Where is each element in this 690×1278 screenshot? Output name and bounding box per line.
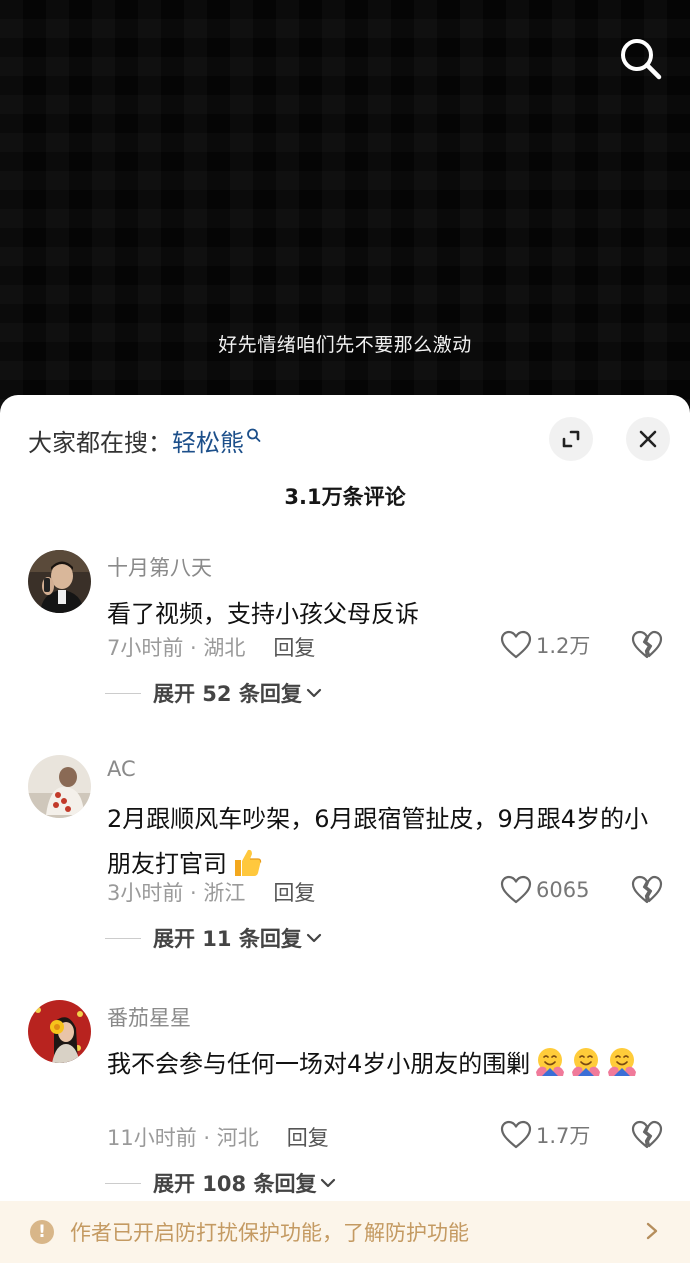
- warning-icon: !: [30, 1220, 54, 1244]
- protection-notice-text: 作者已开启防打扰保护功能，了解防护功能: [70, 1221, 469, 1245]
- comment-item: AC 2月跟顺风车吵架，6月跟宿管扯皮，9月跟4岁的小朋友打官司 3小时前 · …: [0, 755, 690, 965]
- expand-replies-label: 展开 52 条回复: [153, 682, 302, 706]
- expand-replies-label: 展开 108 条回复: [153, 1172, 317, 1196]
- trending-search-hint[interactable]: 大家都在搜：轻松熊: [28, 423, 262, 458]
- expand-replies-button[interactable]: 展开 11 条回复: [105, 923, 322, 953]
- comment-meta: 7小时前 · 湖北 回复: [107, 632, 315, 662]
- video-frame: [0, 0, 690, 420]
- chevron-down-icon: [306, 933, 321, 943]
- broken-heart-icon: [631, 630, 663, 659]
- heart-icon: [500, 630, 532, 659]
- expand-replies-button[interactable]: 展开 52 条回复: [105, 678, 322, 708]
- comment-text: 我不会参与任何一场对4岁小朋友的围剿: [107, 1042, 662, 1087]
- hugging-face-emoji: [606, 1046, 638, 1078]
- heart-icon: [500, 875, 532, 904]
- like-count: 6065: [536, 878, 590, 902]
- comment-text-body: 2月跟顺风车吵架，6月跟宿管扯皮，9月跟4岁的小朋友打官司: [107, 805, 649, 878]
- dislike-button[interactable]: [631, 1120, 663, 1150]
- reply-button[interactable]: 回复: [287, 1126, 329, 1150]
- comment-time-location: 11小时前 · 河北: [107, 1126, 259, 1150]
- comment-text: 2月跟顺风车吵架，6月跟宿管扯皮，9月跟4岁的小朋友打官司: [107, 797, 662, 887]
- expand-replies-label: 展开 11 条回复: [153, 927, 302, 951]
- thumbs-up-emoji: [231, 846, 263, 878]
- comment-text-body: 我不会参与任何一场对4岁小朋友的围剿: [107, 1050, 531, 1078]
- comment-sheet: 大家都在搜：轻松熊 3.1万条评论 十月第八天 看了视频，支持小孩父母反诉 7小…: [0, 395, 690, 1278]
- expand-icon: [562, 430, 580, 448]
- comment-item: 十月第八天 看了视频，支持小孩父母反诉 7小时前 · 湖北 回复 1.2万 展开 …: [0, 550, 690, 720]
- close-button[interactable]: [626, 417, 670, 461]
- hugging-face-emoji: [570, 1046, 602, 1078]
- like-count: 1.7万: [536, 1124, 591, 1148]
- broken-heart-icon: [631, 1120, 663, 1149]
- heart-icon: [500, 1120, 532, 1149]
- like-count: 1.2万: [536, 634, 591, 658]
- broken-heart-icon: [631, 875, 663, 904]
- avatar[interactable]: [28, 1000, 91, 1063]
- dislike-button[interactable]: [631, 875, 663, 905]
- search-icon[interactable]: [618, 36, 664, 82]
- comment-text-body: 看了视频，支持小孩父母反诉: [107, 600, 419, 628]
- protection-notice-bar[interactable]: ! 作者已开启防打扰保护功能，了解防护功能: [0, 1201, 690, 1263]
- like-button[interactable]: 1.7万: [500, 1120, 590, 1150]
- search-hint-prefix: 大家都在搜：: [28, 429, 172, 457]
- hugging-face-emoji: [534, 1046, 566, 1078]
- video-player[interactable]: 好先情绪咱们先不要那么激动: [0, 0, 690, 420]
- like-button[interactable]: 6065: [500, 875, 589, 905]
- expand-button[interactable]: [549, 417, 593, 461]
- chevron-down-icon: [321, 1178, 336, 1188]
- divider-line: [105, 1182, 141, 1184]
- comment-username[interactable]: AC: [107, 757, 136, 781]
- reply-button[interactable]: 回复: [273, 881, 315, 905]
- comment-item: 番茄星星 我不会参与任何一场对4岁小朋友的围剿 11小时前 · 河北 回复 1.7…: [0, 1000, 690, 1210]
- chevron-right-icon: [646, 1222, 658, 1240]
- avatar[interactable]: [28, 755, 91, 818]
- like-button[interactable]: 1.2万: [500, 630, 590, 660]
- dislike-button[interactable]: [631, 630, 663, 660]
- avatar[interactable]: [28, 550, 91, 613]
- expand-replies-button[interactable]: 展开 108 条回复: [105, 1168, 336, 1198]
- comment-meta: 11小时前 · 河北 回复: [107, 1122, 329, 1152]
- divider-line: [105, 692, 141, 694]
- comment-username[interactable]: 十月第八天: [107, 552, 212, 582]
- reply-button[interactable]: 回复: [273, 636, 315, 660]
- chevron-down-icon: [306, 688, 321, 698]
- comment-username[interactable]: 番茄星星: [107, 1002, 191, 1032]
- comment-time-location: 7小时前 · 湖北: [107, 636, 246, 660]
- divider-line: [105, 937, 141, 939]
- comment-count: 3.1万条评论: [284, 485, 406, 509]
- comment-time-location: 3小时前 · 浙江: [107, 881, 246, 905]
- close-icon: [639, 430, 657, 448]
- comment-meta: 3小时前 · 浙江 回复: [107, 877, 315, 907]
- video-subtitle: 好先情绪咱们先不要那么激动: [218, 334, 472, 356]
- small-search-icon: [246, 423, 262, 451]
- search-hint-term[interactable]: 轻松熊: [172, 429, 244, 457]
